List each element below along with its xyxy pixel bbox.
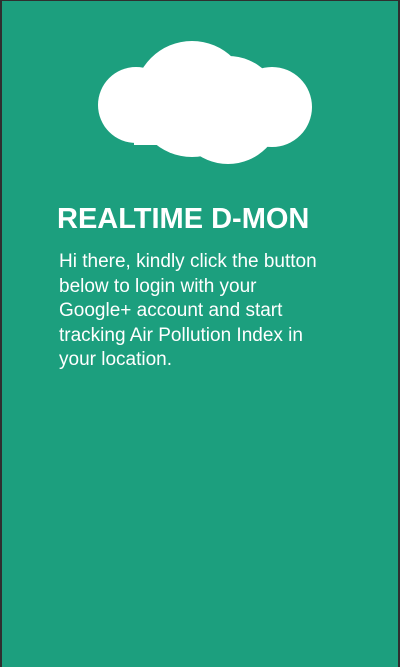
cloud-icon xyxy=(98,41,312,164)
intro-text: Hi there, kindly click the button below … xyxy=(59,251,317,370)
app-title: REALTIME D-MON xyxy=(57,203,310,235)
login-screen: REALTIME D-MON Hi there, kindly click th… xyxy=(0,0,400,667)
